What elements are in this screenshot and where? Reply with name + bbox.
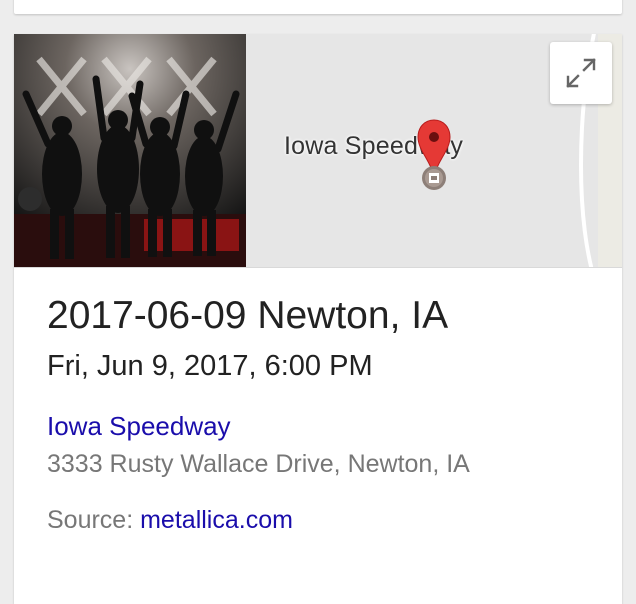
event-title: 2017-06-09 Newton, IA: [47, 294, 449, 337]
event-details: 2017-06-09 Newton, IA Fri, Jun 9, 2017, …: [47, 292, 607, 535]
band-photo-image: [14, 34, 246, 267]
venue-map[interactable]: Iowa Speedway: [246, 34, 622, 267]
source-link[interactable]: metallica.com: [140, 506, 293, 534]
band-photo[interactable]: [14, 34, 246, 267]
previous-card: [14, 0, 622, 14]
event-media: Iowa Speedway: [14, 34, 622, 268]
expand-icon: [566, 58, 596, 88]
venue-address: 3333 Rusty Wallace Drive, Newton, IA: [47, 450, 470, 478]
location-pin-icon[interactable]: [416, 118, 452, 194]
venue-link[interactable]: Iowa Speedway: [47, 411, 607, 442]
source-label: Source:: [47, 506, 141, 534]
event-datetime: Fri, Jun 9, 2017, 6:00 PM: [47, 350, 373, 382]
event-card: Iowa Speedway 2017-06-09 Newton, IA Fri,…: [14, 34, 622, 604]
source-row: Source: metallica.com: [47, 506, 607, 535]
expand-map-button[interactable]: [550, 42, 612, 104]
